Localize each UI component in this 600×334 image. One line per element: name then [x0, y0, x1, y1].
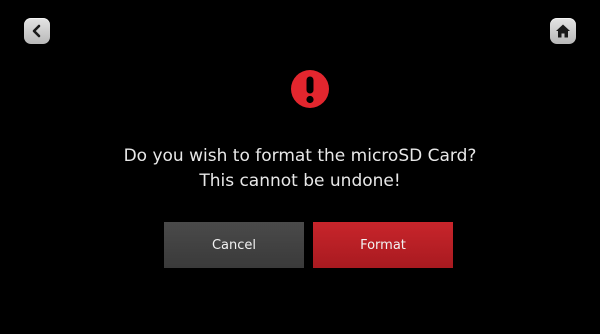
confirmation-message: Do you wish to format the microSD Card? …	[0, 144, 600, 194]
chevron-left-icon	[32, 24, 41, 38]
format-button[interactable]: Format	[313, 222, 453, 268]
message-line-2: This cannot be undone!	[199, 171, 401, 191]
home-button[interactable]	[550, 18, 576, 44]
format-confirmation-screen: Do you wish to format the microSD Card? …	[0, 0, 600, 334]
exclamation-circle-icon	[291, 70, 329, 108]
message-line-1: Do you wish to format the microSD Card?	[123, 146, 477, 166]
back-button[interactable]	[24, 18, 50, 44]
home-icon	[556, 24, 570, 38]
cancel-button[interactable]: Cancel	[164, 222, 304, 268]
